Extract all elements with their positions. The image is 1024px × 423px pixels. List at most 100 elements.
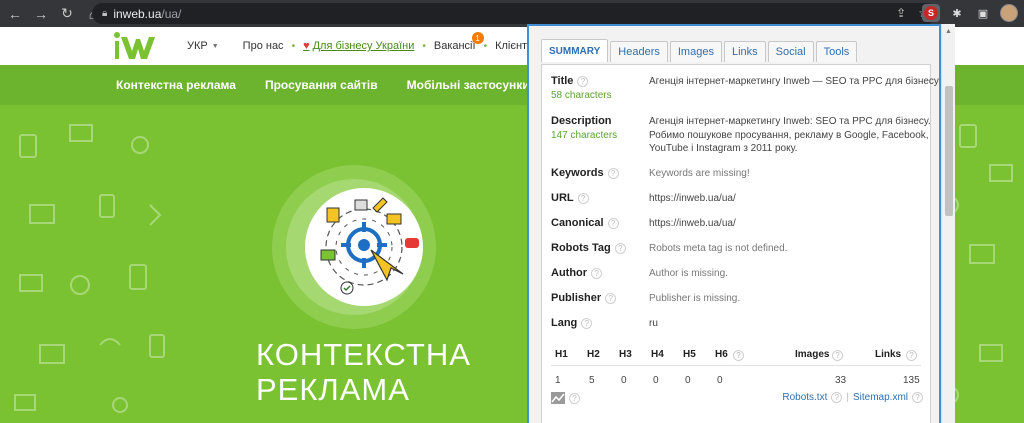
nav-vacancies-label: Вакансії [433, 40, 476, 52]
h1-header: H1 [555, 349, 568, 360]
title-value: Агенція інтернет-маркетингу Inweb — SEO … [649, 76, 939, 87]
chart-icon[interactable] [551, 392, 565, 404]
footer-divider: | [846, 392, 849, 403]
url-host: inweb.ua [113, 6, 162, 21]
help-icon[interactable]: ? [569, 393, 580, 404]
browser-toolbar: ← → ↻ ⌂ 🔒︎ inweb.ua/ua/ ⇪ ☆ S ✱ ▣ [0, 0, 1024, 27]
help-icon[interactable]: ? [906, 350, 917, 361]
url-value: https://inweb.ua/ua/ [649, 193, 736, 204]
help-icon[interactable]: ? [577, 192, 589, 204]
nav-separator: • [291, 40, 296, 52]
publisher-value: Publisher is missing. [649, 293, 741, 304]
title-label: Title? [551, 75, 646, 87]
seo-extension-icon[interactable]: S [922, 4, 940, 22]
h4-count: 0 [653, 375, 659, 386]
hero-illustration [305, 188, 423, 306]
h3-header: H3 [619, 349, 632, 360]
h6-count: 0 [717, 375, 723, 386]
tab-links[interactable]: Links [723, 41, 766, 62]
h4-header: H4 [651, 349, 664, 360]
h2-header: H2 [587, 349, 600, 360]
url-path: /ua/ [161, 6, 182, 21]
menu-ppc[interactable]: Контекстна реклама [116, 78, 236, 92]
forward-icon[interactable]: → [30, 3, 52, 25]
tab-images[interactable]: Images [669, 41, 722, 62]
language-label: УКР [187, 40, 208, 52]
help-icon[interactable]: ? [591, 267, 603, 279]
tab-headers[interactable]: Headers [610, 41, 668, 62]
nav-business-label: Для бізнесу України [312, 40, 415, 52]
chevron-down-icon: ▼ [211, 42, 219, 50]
footer-links: Robots.txt ? | Sitemap.xml ? [782, 392, 923, 403]
share-icon[interactable]: ⇪ [896, 6, 906, 20]
help-icon[interactable]: ? [832, 350, 843, 361]
help-icon[interactable]: ? [912, 392, 923, 403]
hero-title-line-2: РЕКЛАМА [256, 372, 410, 407]
tab-tools[interactable]: Tools [815, 41, 858, 62]
lock-icon: 🔒︎ [102, 8, 108, 19]
headings-values-row: 1 5 0 0 0 0 33 135 [551, 373, 927, 393]
nav-about[interactable]: Про нас [243, 40, 284, 52]
images-count: 33 [835, 375, 847, 386]
keywords-value: Keywords are missing! [649, 168, 750, 179]
language-selector[interactable]: УКР ▼ [187, 40, 219, 52]
reload-icon[interactable]: ↻ [56, 3, 78, 25]
device-pattern-left [14, 124, 165, 413]
lang-label: Lang? [551, 317, 646, 329]
help-icon[interactable]: ? [607, 167, 619, 179]
help-icon[interactable]: ? [605, 292, 617, 304]
inweb-logo[interactable] [113, 31, 158, 61]
h3-count: 0 [621, 375, 627, 386]
menu-seo[interactable]: Просування сайтів [265, 78, 378, 92]
headings-divider [551, 365, 921, 366]
extensions-puzzle-icon[interactable]: ✱ [948, 4, 966, 22]
popup-scrollbar[interactable]: ▲ [941, 24, 955, 423]
nav-separator: • [422, 40, 426, 52]
side-panel-icon[interactable]: ▣ [974, 4, 992, 22]
hero-title-line-1: КОНТЕКСТНА [256, 337, 471, 372]
help-icon[interactable]: ? [581, 317, 593, 329]
help-icon[interactable]: ? [831, 392, 843, 403]
tab-social[interactable]: Social [767, 41, 814, 62]
h1-count: 1 [555, 375, 561, 386]
lang-value: ru [649, 318, 658, 329]
help-icon[interactable]: ? [614, 242, 626, 254]
help-icon[interactable]: ? [607, 217, 619, 229]
tab-summary[interactable]: SUMMARY [541, 39, 609, 62]
popup-footer: ? Robots.txt ? | Sitemap.xml ? [551, 391, 927, 409]
sitemap-link[interactable]: Sitemap.xml [853, 392, 908, 403]
h5-header: H5 [683, 349, 696, 360]
nav-separator: • [483, 40, 488, 52]
description-label: Description [551, 115, 612, 127]
headings-header-row: H1 H2 H3 H4 H5 H6 ? Images ? Links ? [551, 347, 927, 367]
robots-txt-link[interactable]: Robots.txt [782, 392, 827, 403]
summary-panel: Title? 58 characters Агенція інтернет-ма… [541, 64, 939, 423]
scrollbar-thumb[interactable] [945, 86, 953, 216]
vacancies-badge: 1 [471, 32, 484, 44]
profile-avatar[interactable] [1000, 4, 1018, 22]
help-icon[interactable]: ? [577, 75, 589, 87]
title-char-count: 58 characters [551, 90, 612, 101]
heart-icon: ♥ [303, 40, 310, 52]
robots-label: Robots Tag? [551, 242, 646, 254]
url-label: URL? [551, 192, 646, 204]
hero-title: КОНТЕКСТНА РЕКЛАМА [256, 337, 471, 407]
nav-vacancies[interactable]: Вакансії 1 [433, 32, 484, 52]
canonical-label: Canonical? [551, 217, 646, 229]
robots-value: Robots meta tag is not defined. [649, 243, 788, 254]
links-count: 135 [903, 375, 920, 386]
author-value: Author is missing. [649, 268, 728, 279]
address-bar[interactable]: 🔒︎ inweb.ua/ua/ ⇪ ☆ [92, 3, 937, 24]
scroll-up-icon[interactable]: ▲ [945, 28, 952, 35]
keywords-label: Keywords? [551, 167, 646, 179]
links-header: Links [875, 349, 902, 360]
help-icon[interactable]: ? [733, 350, 744, 361]
images-header: Images [795, 349, 830, 360]
description-char-count: 147 characters [551, 130, 618, 141]
h2-count: 5 [589, 375, 595, 386]
site-nav: УКР ▼ Про нас • ♥ Для бізнесу України • … [177, 27, 541, 65]
back-icon[interactable]: ← [4, 3, 26, 25]
nav-business[interactable]: ♥ Для бізнесу України [303, 40, 414, 52]
menu-mobile-apps[interactable]: Мобільні застосунки [407, 78, 530, 92]
h6-header: H6 [715, 349, 728, 360]
